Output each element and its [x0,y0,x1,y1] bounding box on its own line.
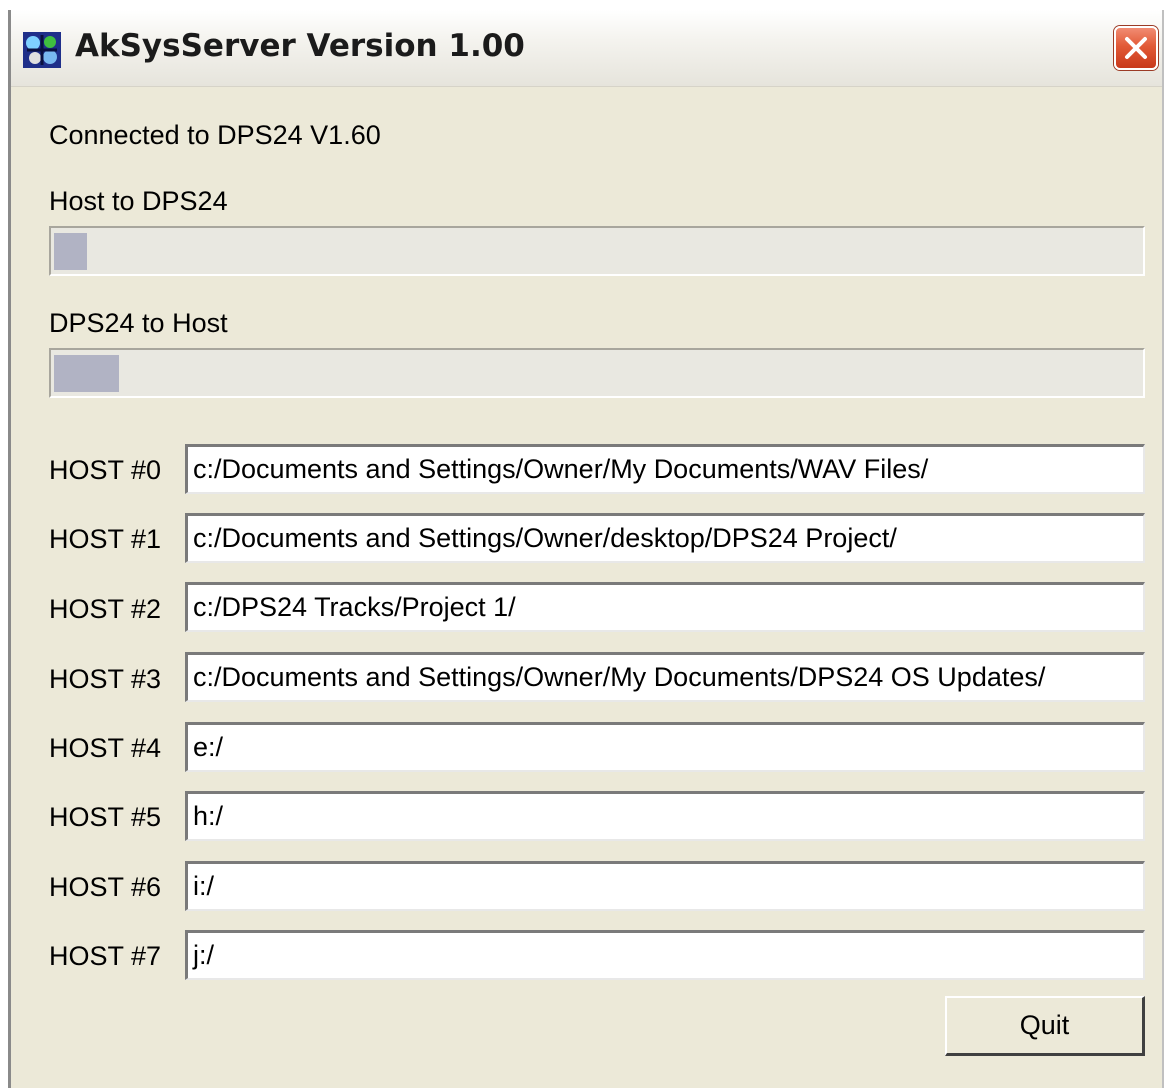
dps24-to-host-progress-fill [54,355,119,392]
aksys-app-icon [23,32,61,68]
host-7-path-field[interactable]: j:/ [185,930,1145,980]
host-1-label: HOST #1 [49,524,162,554]
host-3-path-field[interactable]: c:/Documents and Settings/Owner/My Docum… [185,652,1145,702]
host-2-label: HOST #2 [49,594,162,624]
host-6-path-field[interactable]: i:/ [185,861,1145,911]
host-to-dps24-progress [49,226,1145,276]
host-0-label: HOST #0 [49,455,162,485]
host-1-path-field[interactable]: c:/Documents and Settings/Owner/desktop/… [185,513,1145,563]
quit-button[interactable]: Quit [945,996,1145,1056]
host-4-label: HOST #4 [49,733,162,763]
host-7-label: HOST #7 [49,941,162,971]
window-title: AkSysServer Version 1.00 [75,28,525,64]
close-button[interactable] [1114,26,1158,70]
title-bar[interactable]: AkSysServer Version 1.00 [11,10,1162,87]
host-to-dps24-progress-fill [54,233,87,270]
host-2-path-field[interactable]: c:/DPS24 Tracks/Project 1/ [185,582,1145,632]
dps24-to-host-label: DPS24 to Host [49,308,228,338]
host-5-label: HOST #5 [49,802,162,832]
host-6-label: HOST #6 [49,872,162,902]
close-icon [1125,37,1147,59]
host-0-path-field[interactable]: c:/Documents and Settings/Owner/My Docum… [185,444,1145,494]
host-5-path-field[interactable]: h:/ [185,791,1145,841]
dps24-to-host-progress [49,348,1145,398]
host-4-path-field[interactable]: e:/ [185,722,1145,772]
app-window: AkSysServer Version 1.00 Connected to DP… [8,10,1164,1088]
host-to-dps24-label: Host to DPS24 [49,186,228,216]
host-3-label: HOST #3 [49,664,162,694]
connection-status: Connected to DPS24 V1.60 [49,120,381,150]
